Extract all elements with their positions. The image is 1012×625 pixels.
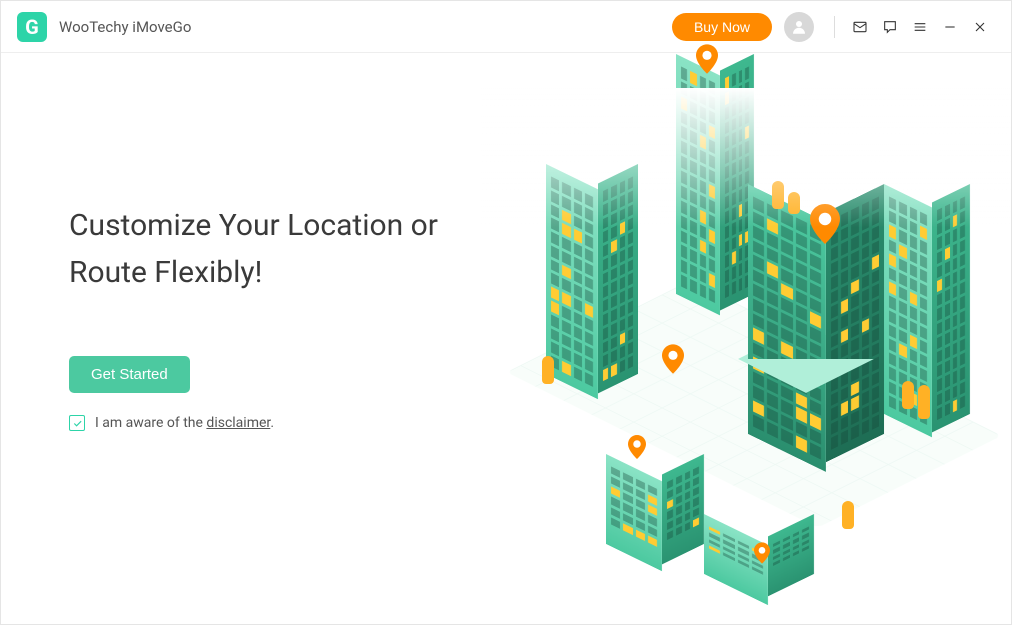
buy-now-button[interactable]: Buy Now xyxy=(672,13,772,41)
building-windows xyxy=(681,66,715,303)
disclaimer-link[interactable]: disclaimer xyxy=(206,415,270,431)
feedback-button[interactable] xyxy=(877,14,903,40)
get-started-button[interactable]: Get Started xyxy=(69,356,190,393)
tree-icon xyxy=(542,356,554,384)
user-avatar[interactable] xyxy=(784,12,814,42)
disclaimer-checkbox[interactable] xyxy=(69,415,85,431)
building-windows xyxy=(937,196,965,420)
building-windows xyxy=(725,66,749,298)
building-windows xyxy=(603,176,633,381)
minimize-icon xyxy=(942,19,958,35)
app-logo-letter: G xyxy=(25,15,39,39)
left-panel: Customize Your Location or Route Flexibl… xyxy=(1,53,506,624)
close-button[interactable] xyxy=(967,14,993,40)
disclaimer-row: I am aware of the disclaimer. xyxy=(69,415,476,431)
disclaimer-text: I am aware of the disclaimer. xyxy=(95,415,274,431)
building-windows xyxy=(611,466,657,558)
titlebar-divider xyxy=(834,16,835,38)
location-pin-icon xyxy=(754,542,770,564)
illustration-panel xyxy=(506,53,1011,624)
tree-icon xyxy=(918,385,930,419)
building-windows xyxy=(773,526,809,584)
app-window: G WooTechy iMoveGo Buy Now Customize You… xyxy=(0,0,1012,625)
disclaimer-prefix: I am aware of the xyxy=(95,415,206,431)
menu-icon xyxy=(912,19,928,35)
building-windows xyxy=(667,466,699,552)
location-pin-icon xyxy=(628,435,646,459)
app-title: WooTechy iMoveGo xyxy=(59,18,191,36)
checkmark-icon xyxy=(72,418,83,429)
building-windows xyxy=(551,176,593,386)
tree-icon xyxy=(788,192,800,214)
tree-icon xyxy=(842,501,854,529)
mail-icon xyxy=(852,19,868,35)
mail-button[interactable] xyxy=(847,14,873,40)
minimize-button[interactable] xyxy=(937,14,963,40)
titlebar: G WooTechy iMoveGo Buy Now xyxy=(1,1,1011,53)
close-icon xyxy=(972,19,988,35)
main-content: Customize Your Location or Route Flexibl… xyxy=(1,53,1011,624)
location-pin-icon xyxy=(696,44,718,74)
tree-icon xyxy=(902,381,914,409)
chat-icon xyxy=(882,19,898,35)
tree-icon xyxy=(772,181,784,209)
city-illustration xyxy=(486,93,1012,625)
disclaimer-suffix: . xyxy=(270,415,274,431)
app-logo: G xyxy=(17,12,47,42)
headline: Customize Your Location or Route Flexibl… xyxy=(69,203,476,296)
location-pin-icon xyxy=(662,344,684,374)
user-icon xyxy=(790,18,808,36)
menu-button[interactable] xyxy=(907,14,933,40)
location-pin-icon xyxy=(810,204,840,244)
